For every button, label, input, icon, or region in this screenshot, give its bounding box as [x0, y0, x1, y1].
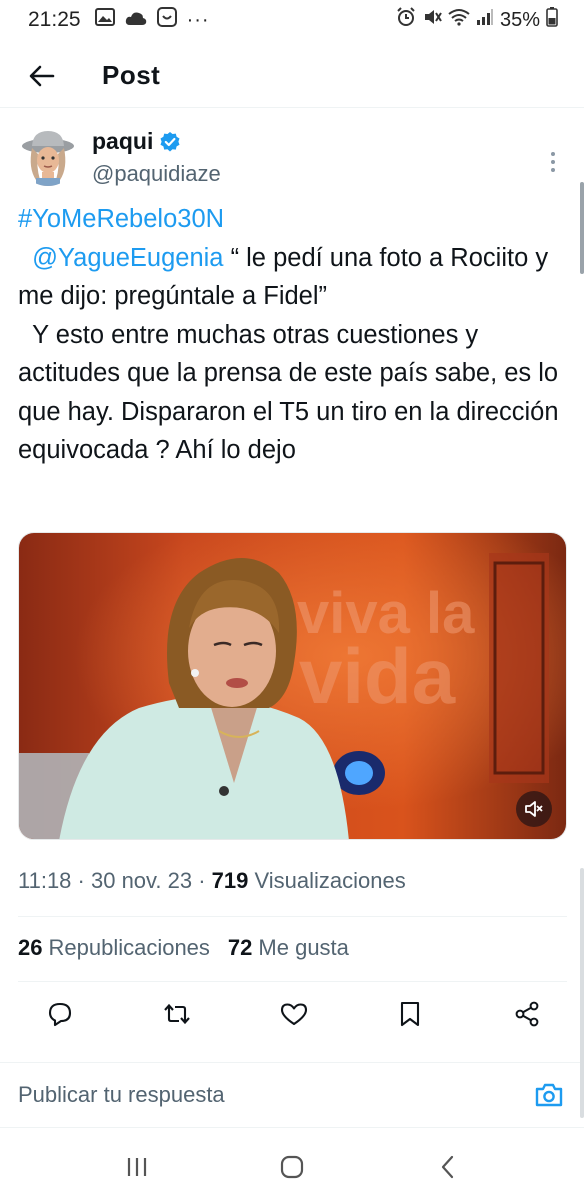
tweet-date[interactable]: 30 nov. 23 — [91, 868, 192, 893]
alarm-icon — [396, 7, 416, 33]
camera-icon — [535, 1083, 563, 1107]
more-options-button[interactable] — [538, 142, 568, 182]
gallery-notification-icon — [94, 8, 115, 32]
status-bar: 21:25 ··· 35% — [0, 0, 584, 40]
back-nav-button[interactable] — [427, 1147, 467, 1187]
reposts-count: 26 — [18, 935, 43, 960]
hashtag-link[interactable]: #YoMeRebelo30N — [18, 205, 224, 233]
reply-composer: Publicar tu respuesta — [0, 1062, 584, 1128]
more-notifications-icon: ··· — [186, 8, 210, 31]
back-button[interactable] — [22, 56, 62, 96]
share-button[interactable] — [511, 996, 543, 1032]
author-display-name[interactable]: paqui — [92, 128, 153, 155]
action-bar — [18, 996, 567, 1036]
avatar[interactable] — [18, 126, 78, 186]
views-label: Visualizaciones — [254, 868, 406, 893]
avatar-image — [18, 126, 78, 186]
likes-label: Me gusta — [258, 935, 349, 960]
reply-input[interactable]: Publicar tu respuesta — [18, 1082, 225, 1108]
divider — [18, 981, 567, 982]
page-title: Post — [102, 60, 161, 90]
like-button[interactable] — [278, 996, 310, 1032]
recent-apps-icon — [128, 1158, 147, 1176]
heart-icon — [280, 1003, 307, 1026]
battery-percent: 35% — [499, 8, 540, 31]
engagement-stats: 26 Republicaciones 72 Me gusta — [18, 935, 349, 961]
tweet-author: paqui @paquidiaze — [18, 124, 568, 194]
likes-stat[interactable]: 72 Me gusta — [228, 935, 349, 961]
more-dot-icon — [551, 160, 555, 164]
wifi-icon — [448, 8, 470, 32]
more-dot-icon — [551, 168, 555, 172]
scrollbar-track — [580, 868, 584, 1118]
home-button[interactable] — [272, 1147, 312, 1187]
repost-icon — [163, 1003, 190, 1025]
app-notification-icon — [156, 7, 177, 33]
top-app-bar: Post — [0, 44, 584, 108]
chevron-left-icon — [441, 1155, 453, 1179]
reposts-stat[interactable]: 26 Republicaciones — [18, 935, 210, 961]
camera-button[interactable] — [532, 1078, 566, 1112]
system-nav-bar — [0, 1134, 584, 1200]
tweet-text: #YoMeRebelo30N @YagueEugenia “ le pedí u… — [18, 200, 566, 470]
speaker-muted-icon — [525, 801, 543, 817]
bookmark-icon — [401, 1001, 420, 1027]
video-thumbnail: viva la vida — [19, 533, 566, 839]
scrollbar-thumb[interactable] — [580, 182, 584, 274]
back-arrow-icon — [29, 65, 55, 86]
tweet-body-text: Y esto entre muchas otras cuestiones y a… — [18, 320, 566, 465]
reply-bubble-icon — [48, 1002, 72, 1027]
status-time: 21:25 — [28, 8, 81, 31]
views-count: 719 — [211, 868, 249, 893]
signal-icon — [476, 8, 494, 32]
reposts-label: Republicaciones — [48, 935, 210, 960]
recent-apps-button[interactable] — [117, 1147, 157, 1187]
author-handle[interactable]: @paquidiaze — [92, 161, 221, 187]
mute-button[interactable] — [516, 791, 552, 827]
battery-icon — [546, 7, 558, 33]
tweet-meta: 11:18 · 30 nov. 23 · 719 Visualizaciones — [18, 868, 406, 893]
verified-badge-icon — [160, 131, 180, 151]
tweet-time[interactable]: 11:18 — [18, 868, 71, 893]
reply-button[interactable] — [44, 996, 76, 1032]
cloud-icon — [125, 9, 147, 32]
divider — [18, 916, 567, 917]
video-player[interactable]: viva la vida — [18, 532, 567, 840]
bookmark-button[interactable] — [394, 996, 426, 1032]
likes-count: 72 — [227, 935, 253, 960]
share-icon — [515, 1001, 539, 1027]
mention-link[interactable]: @YagueEugenia — [32, 244, 223, 272]
more-dot-icon — [551, 152, 555, 156]
mute-vibrate-icon — [422, 7, 442, 33]
repost-button[interactable] — [161, 996, 193, 1032]
home-icon — [280, 1155, 304, 1179]
backdrop-text-2: vida — [299, 632, 456, 720]
